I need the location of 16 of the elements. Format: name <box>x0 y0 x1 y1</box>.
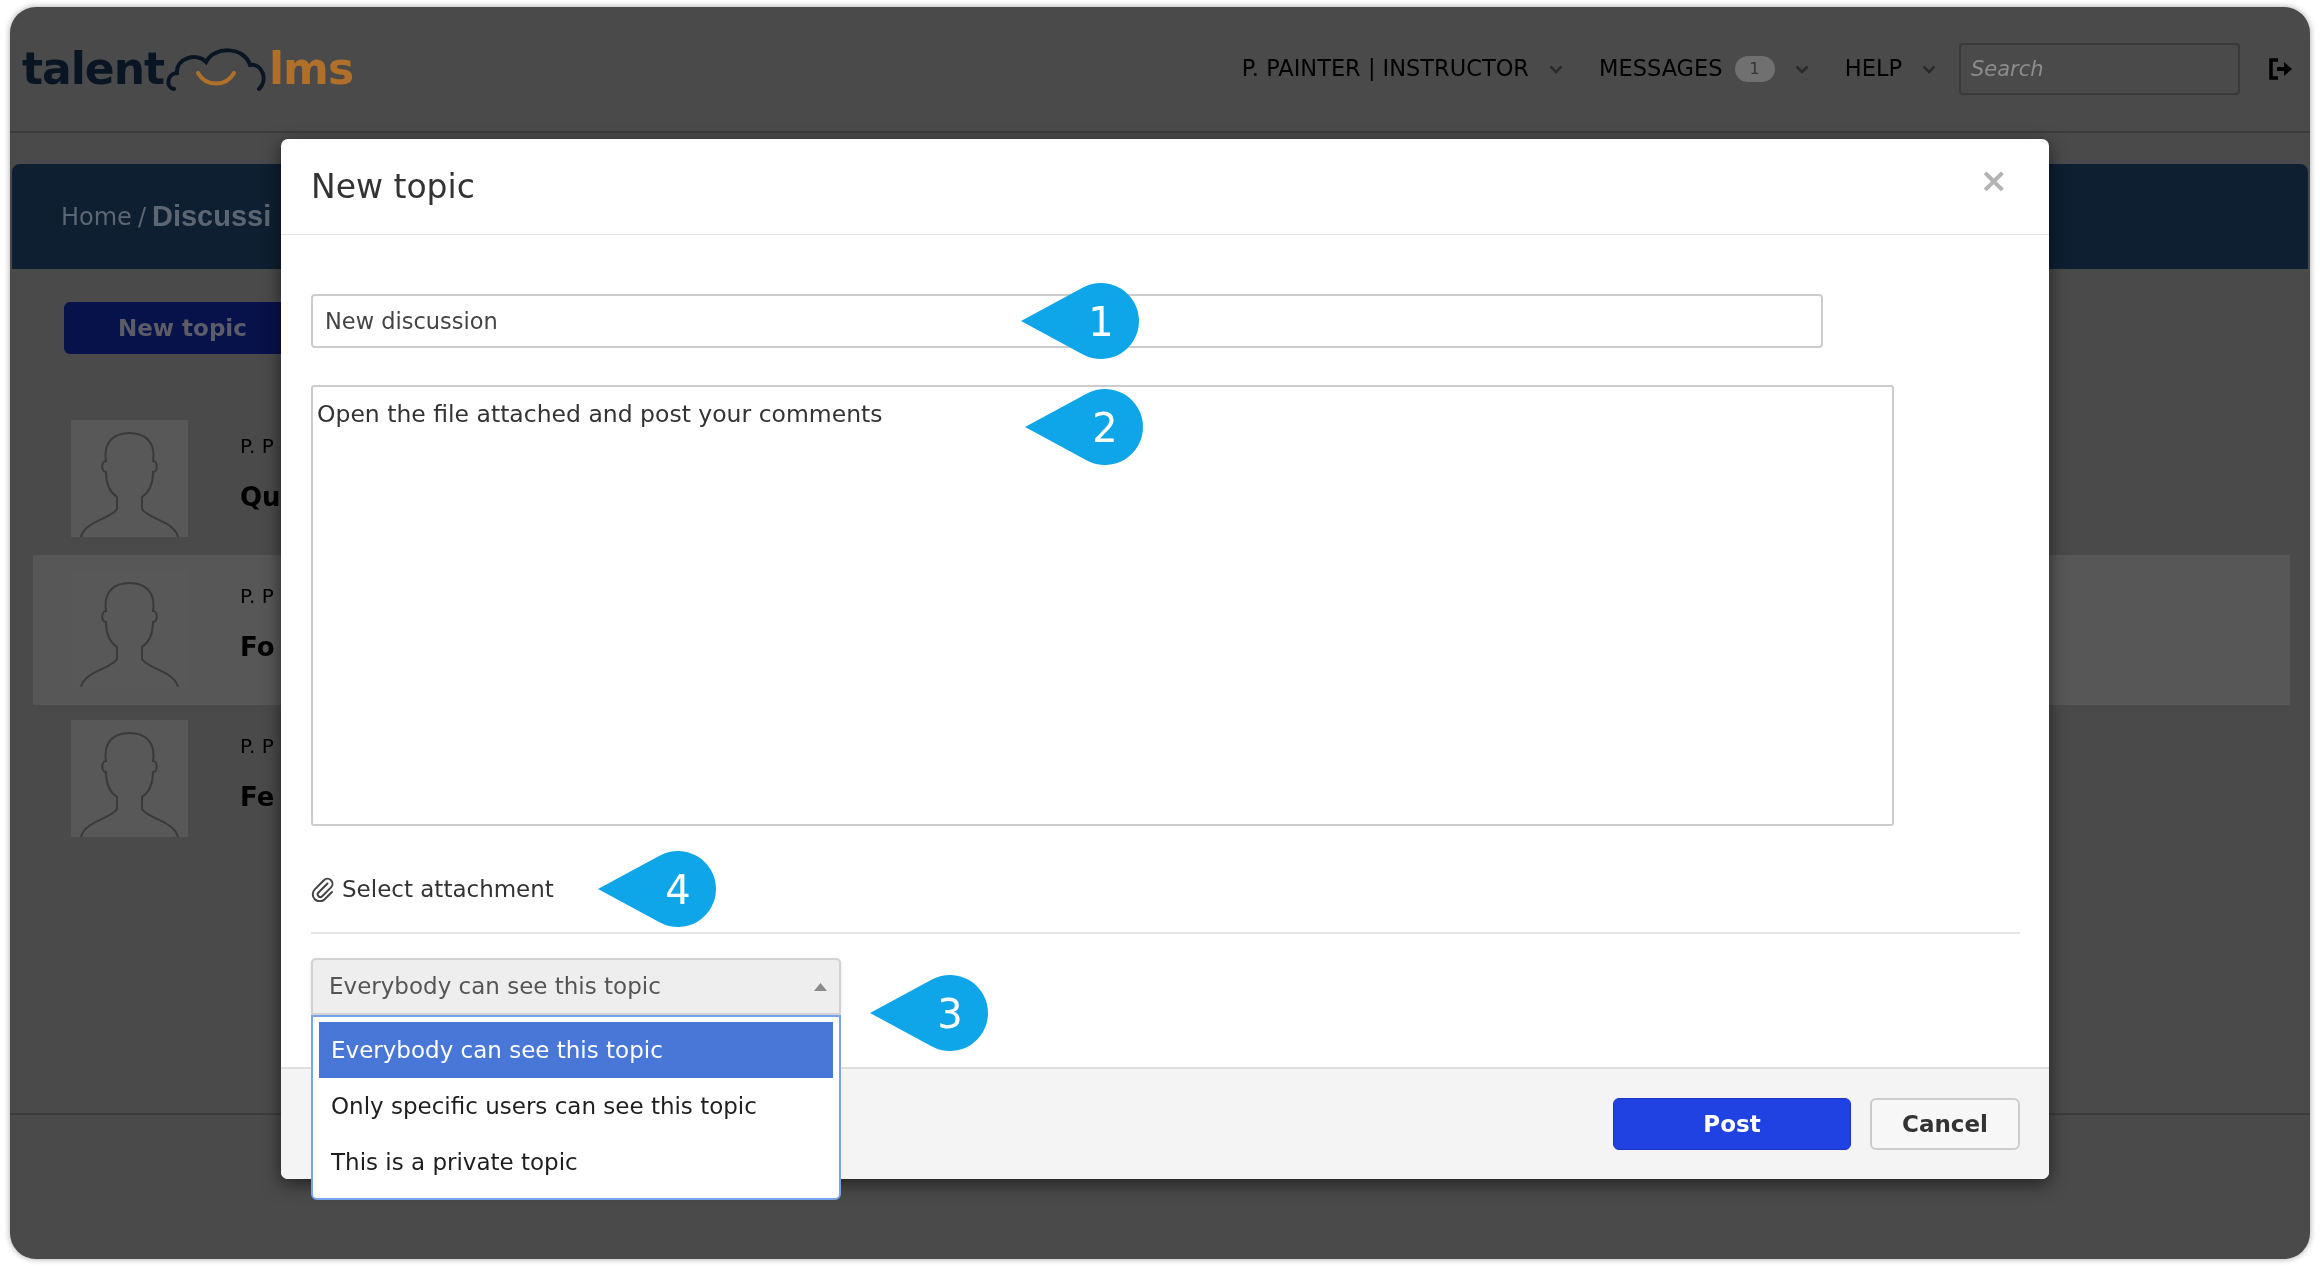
callout-marker: 2 <box>1025 388 1143 466</box>
callout-marker: 4 <box>598 850 716 928</box>
page-title: Discussi <box>151 198 272 234</box>
count-badge: 1 <box>1734 56 1775 82</box>
callout-marker: 3 <box>870 974 988 1052</box>
logo-text: talent <box>22 47 164 91</box>
author-name: P. P <box>240 733 274 760</box>
topic-title: Fe <box>240 781 275 814</box>
author-name: P. P <box>240 433 274 460</box>
author-name: P. P <box>240 583 274 610</box>
topic-title: Qu <box>240 481 281 514</box>
callout-marker: 1 <box>1021 282 1139 360</box>
dialog-title: New topic <box>311 166 475 207</box>
topic-title: Fo <box>240 631 275 664</box>
logo-text: lms <box>269 47 354 91</box>
breadcrumb-separator: / <box>137 201 146 233</box>
